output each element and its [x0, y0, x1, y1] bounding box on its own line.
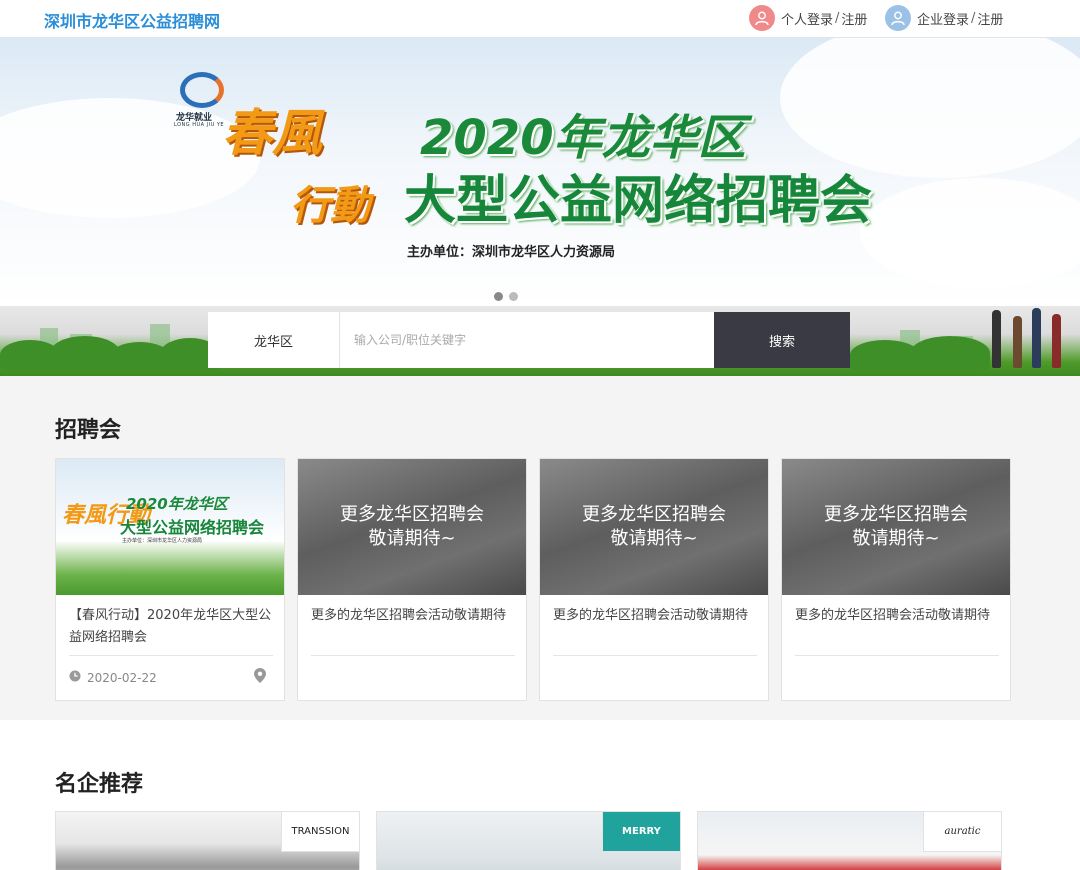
spring-action-calligraphy-line1: 春風 [222, 103, 322, 162]
job-fair-card[interactable]: 更多龙华区招聘会 敬请期待~ 更多的龙华区招聘会活动敬请期待 [539, 458, 769, 701]
company-logo: auratic [923, 812, 1001, 852]
carousel-dot-2[interactable] [509, 292, 518, 301]
overlay-line-1: 更多龙华区招聘会 [824, 504, 968, 525]
person-figure [1032, 308, 1041, 368]
clock-icon [69, 670, 81, 685]
separator: / [971, 10, 976, 26]
company-login-area: 企业登录 / 注册 [885, 5, 1003, 31]
cloud-decoration [780, 38, 1080, 178]
divider [69, 655, 273, 656]
coming-soon-overlay-text: 更多龙华区招聘会 敬请期待~ [782, 503, 1010, 551]
job-fair-section: 招聘会 春風行動 2020年龙华区 大型公益网络招聘会 主办单位：深圳市龙华区人… [0, 376, 1080, 720]
poster-event: 大型公益网络招聘会 [120, 518, 265, 537]
company-card[interactable]: MERRY [376, 811, 681, 870]
logo-subtext: LONG HUA JIU YE [174, 122, 225, 128]
search-button[interactable]: 搜索 [714, 312, 850, 368]
coming-soon-overlay-text: 更多龙华区招聘会 敬请期待~ [540, 503, 768, 551]
company-logo: TRANSSION [281, 812, 359, 852]
person-figure [1013, 316, 1022, 368]
overlay-line-1: 更多龙华区招聘会 [340, 504, 484, 525]
company-login-link[interactable]: 企业登录 [917, 9, 969, 28]
user-icon[interactable] [885, 5, 911, 31]
search-bar: 龙华区 搜索 [208, 312, 850, 368]
section-title-job-fairs: 招聘会 [55, 418, 122, 443]
hero-banner[interactable]: 龙华就业 LONG HUA JIU YE 春風 行動 2020年龙华区 大型公益… [0, 38, 1080, 306]
coming-soon-image: 更多龙华区招聘会 敬请期待~ [298, 459, 526, 595]
poster-organizer: 主办单位：深圳市龙华区人力资源局 [122, 538, 203, 544]
tree-decoration [910, 336, 990, 370]
carousel-indicators [494, 292, 518, 301]
carousel-dot-1[interactable] [494, 292, 503, 301]
person-figure [1052, 314, 1061, 368]
overlay-line-2: 敬请期待~ [368, 528, 456, 549]
company-register-link[interactable]: 注册 [977, 9, 1003, 28]
job-fair-title[interactable]: 更多的龙华区招聘会活动敬请期待 [311, 605, 515, 627]
coming-soon-overlay-text: 更多龙华区招聘会 敬请期待~ [298, 503, 526, 551]
top-navigation-bar: 深圳市龙华区公益招聘网 个人登录 / 注册 企业登录 / 注册 [0, 0, 1080, 38]
coming-soon-image: 更多龙华区招聘会 敬请期待~ [540, 459, 768, 595]
personal-login-area: 个人登录 / 注册 [749, 5, 867, 31]
location-pin-icon[interactable] [254, 668, 266, 687]
user-icon[interactable] [749, 5, 775, 31]
company-card[interactable]: TRANSSION [55, 811, 360, 870]
job-fair-title[interactable]: 更多的龙华区招聘会活动敬请期待 [553, 605, 757, 627]
overlay-line-2: 敬请期待~ [852, 528, 940, 549]
logo-mark [180, 72, 224, 108]
site-title[interactable]: 深圳市龙华区公益招聘网 [44, 8, 220, 32]
poster-year: 2020年龙华区 [126, 495, 228, 513]
spring-action-calligraphy-line2: 行動 [290, 182, 370, 229]
job-fair-date: 2020-02-22 [69, 670, 157, 685]
personal-login-link[interactable]: 个人登录 [781, 9, 833, 28]
area-selector[interactable]: 龙华区 [208, 312, 340, 368]
banner-headline-event: 大型公益网络招聘会 [404, 171, 873, 231]
job-fair-title[interactable]: 更多的龙华区招聘会活动敬请期待 [795, 605, 999, 627]
divider [795, 655, 999, 656]
job-fair-title[interactable]: 【春风行动】2020年龙华区大型公益网络招聘会 [69, 605, 273, 649]
person-figure [992, 310, 1001, 368]
company-logo: MERRY [602, 812, 680, 852]
banner-organizer: 主办单位：深圳市龙华区人力资源局 [407, 245, 616, 260]
job-fair-card[interactable]: 春風行動 2020年龙华区 大型公益网络招聘会 主办单位：深圳市龙华区人力资源局… [55, 458, 285, 701]
cloud-decoration [860, 178, 1080, 288]
keyword-search-input[interactable] [340, 312, 714, 368]
company-card[interactable]: auratic [697, 811, 1002, 870]
section-title-companies: 名企推荐 [55, 772, 144, 797]
coming-soon-image: 更多龙华区招聘会 敬请期待~ [782, 459, 1010, 595]
job-fair-card[interactable]: 更多龙华区招聘会 敬请期待~ 更多的龙华区招聘会活动敬请期待 [781, 458, 1011, 701]
overlay-line-1: 更多龙华区招聘会 [582, 504, 726, 525]
date-text: 2020-02-22 [87, 670, 157, 685]
overlay-line-2: 敬请期待~ [610, 528, 698, 549]
featured-companies-section: 名企推荐 TRANSSION MERRY auratic [0, 720, 1080, 870]
job-fair-poster-image: 春風行動 2020年龙华区 大型公益网络招聘会 主办单位：深圳市龙华区人力资源局 [56, 459, 284, 595]
personal-register-link[interactable]: 注册 [841, 9, 867, 28]
divider [553, 655, 757, 656]
separator: / [835, 10, 840, 26]
divider [311, 655, 515, 656]
job-fair-card[interactable]: 更多龙华区招聘会 敬请期待~ 更多的龙华区招聘会活动敬请期待 [297, 458, 527, 701]
